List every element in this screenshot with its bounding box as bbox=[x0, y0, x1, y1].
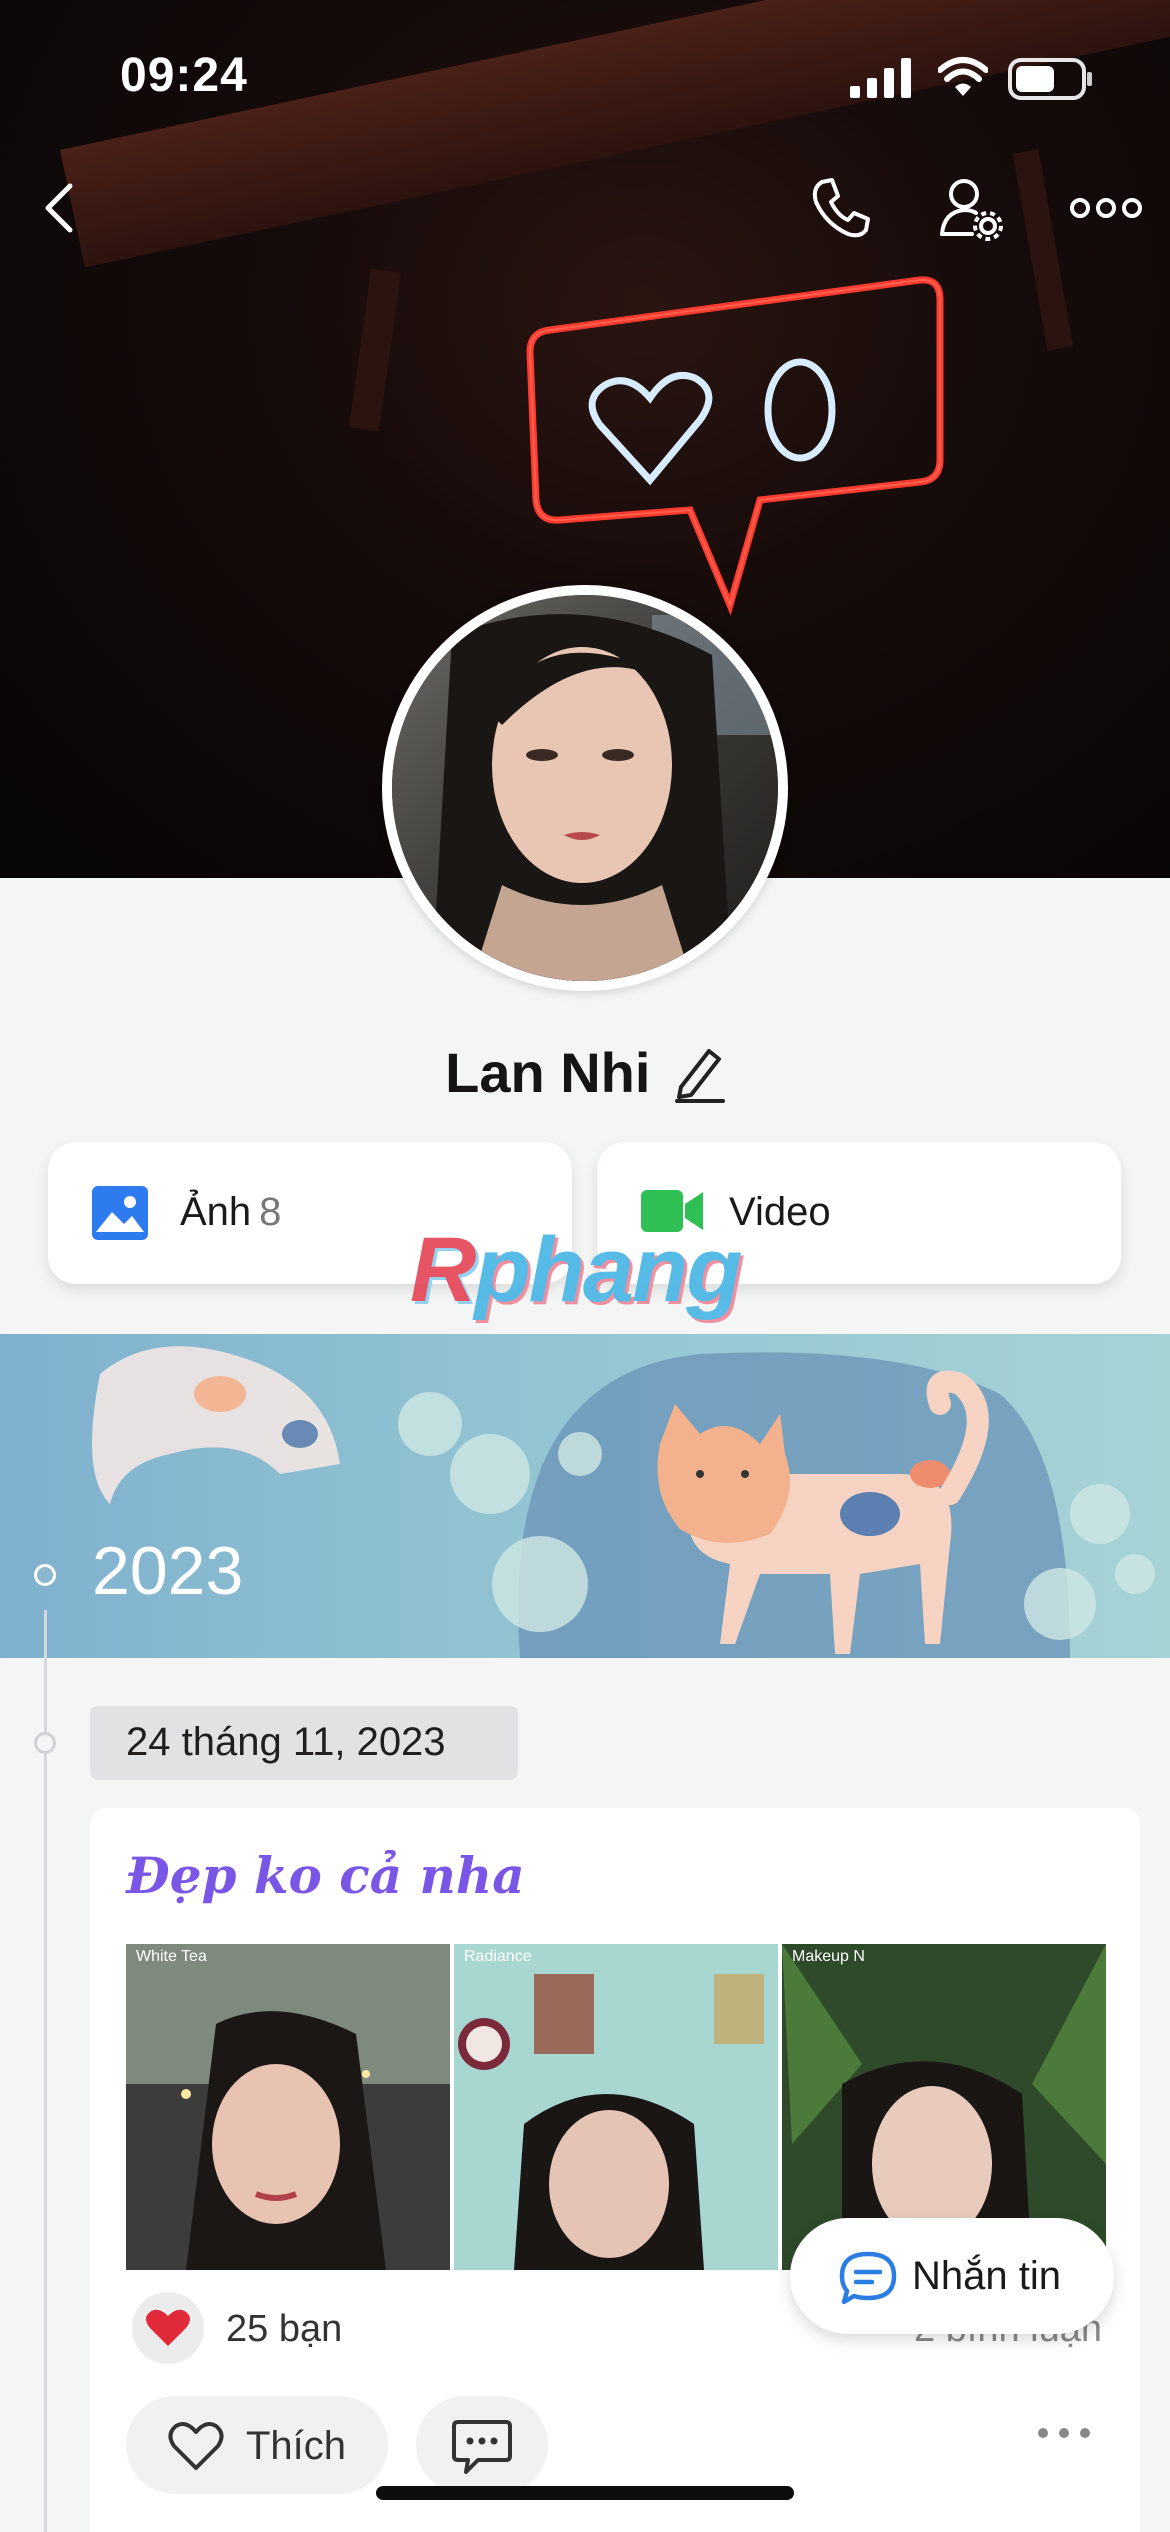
home-indicator[interactable] bbox=[376, 2486, 794, 2500]
post-photo-2-image bbox=[454, 1944, 778, 2270]
back-icon[interactable] bbox=[40, 180, 80, 236]
profile-name-row: Lan Nhi bbox=[0, 1040, 1170, 1120]
avatar[interactable] bbox=[382, 585, 788, 991]
post-photo-1-image bbox=[126, 1944, 450, 2270]
heart-reaction-icon bbox=[146, 2309, 190, 2346]
photos-label: Ảnh bbox=[180, 1190, 252, 1234]
photo-icon bbox=[92, 1186, 148, 1240]
chat-bubble-icon bbox=[839, 2251, 897, 2305]
watermark-logo: Rphang bbox=[410, 1219, 742, 1321]
neon-like-sign bbox=[526, 276, 944, 616]
battery-icon bbox=[1008, 58, 1092, 100]
timeline-year-dot bbox=[34, 1564, 56, 1586]
like-button[interactable]: Thích bbox=[126, 2396, 388, 2494]
photos-count: 8 bbox=[259, 1190, 282, 1234]
profile-settings-icon[interactable] bbox=[938, 176, 1004, 242]
edit-icon[interactable] bbox=[673, 1043, 725, 1103]
date-chip: 24 tháng 11, 2023 bbox=[90, 1706, 518, 1780]
heart-badge bbox=[132, 2292, 204, 2364]
like-label: Thích bbox=[246, 2424, 347, 2468]
cover-beam-post bbox=[349, 268, 401, 432]
message-button[interactable]: Nhắn tin bbox=[790, 2218, 1114, 2334]
post-more-icon[interactable] bbox=[1036, 2426, 1092, 2440]
post-photo-2[interactable]: Radiance bbox=[454, 1944, 778, 2270]
cellular-signal-icon bbox=[850, 58, 911, 98]
message-button-label: Nhắn tin bbox=[912, 2254, 1061, 2298]
timeline-year: 2023 bbox=[92, 1533, 244, 1609]
post-title: Đẹp ko cả nha bbox=[126, 1846, 525, 1905]
post-photo-1[interactable]: White Tea bbox=[126, 1944, 450, 2270]
photo-filter-tag: Makeup N bbox=[792, 1948, 865, 1965]
wifi-icon bbox=[938, 57, 988, 96]
timeline-date-dot bbox=[34, 1732, 56, 1754]
post-card: Đẹp ko cả nha White Tea Radiance Makeup … bbox=[90, 1808, 1140, 2532]
profile-name: Lan Nhi bbox=[445, 1041, 651, 1104]
year-banner: 2023 bbox=[0, 1334, 1170, 1658]
avatar-image bbox=[392, 595, 778, 981]
comment-icon bbox=[452, 2420, 512, 2474]
heart-outline-icon bbox=[168, 2422, 224, 2470]
videos-label: Video bbox=[729, 1190, 831, 1234]
photo-filter-tag: Radiance bbox=[464, 1948, 532, 1965]
more-options-icon[interactable] bbox=[1070, 196, 1142, 220]
cover-beam-post-right bbox=[1012, 149, 1074, 351]
photo-filter-tag: White Tea bbox=[136, 1948, 207, 1965]
phone-icon[interactable] bbox=[808, 176, 872, 240]
status-bar: 09:24 bbox=[0, 0, 1170, 150]
status-time: 09:24 bbox=[120, 49, 248, 102]
comment-button[interactable] bbox=[416, 2396, 548, 2494]
likes-count: 25 bạn bbox=[226, 2308, 343, 2350]
